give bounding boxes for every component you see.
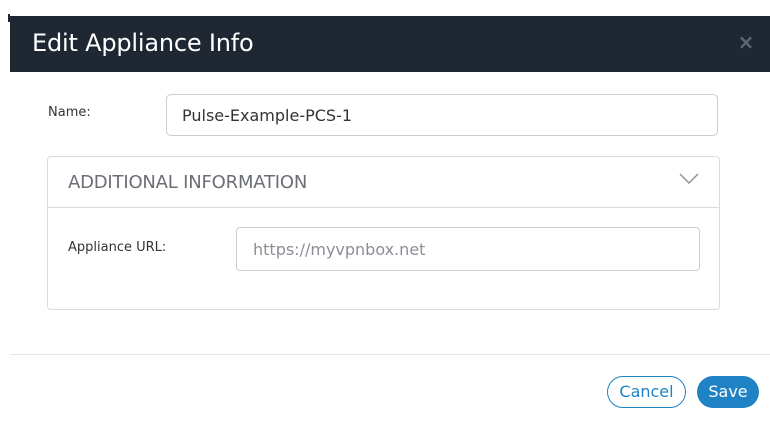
additional-information-toggle[interactable]: ADDITIONAL INFORMATION — [48, 157, 719, 208]
appliance-url-label: Appliance URL: — [68, 240, 167, 255]
name-input[interactable] — [166, 94, 718, 136]
additional-information-panel: ADDITIONAL INFORMATION Appliance URL: — [47, 156, 720, 310]
footer-divider — [10, 354, 770, 355]
appliance-url-input[interactable] — [236, 227, 700, 271]
save-button[interactable]: Save — [697, 376, 759, 408]
name-label: Name: — [48, 105, 91, 120]
cancel-button[interactable]: Cancel — [607, 376, 686, 408]
additional-information-title: ADDITIONAL INFORMATION — [68, 172, 308, 193]
chevron-down-icon[interactable] — [679, 173, 699, 185]
dialog-header: Edit Appliance Info × — [10, 16, 770, 72]
dialog-title: Edit Appliance Info — [32, 29, 254, 57]
edit-appliance-dialog: Edit Appliance Info × Name: ADDITIONAL I… — [10, 16, 770, 422]
close-icon[interactable]: × — [736, 30, 756, 54]
